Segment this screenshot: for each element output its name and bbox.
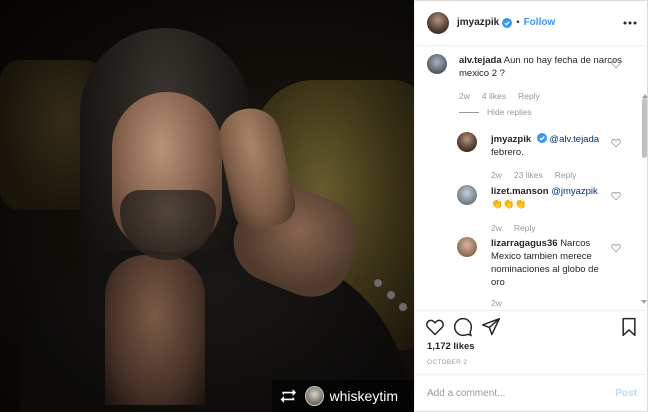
reply-button[interactable]: Reply (514, 223, 536, 233)
save-bookmark-icon[interactable] (619, 317, 639, 337)
commenter-avatar[interactable] (457, 132, 477, 152)
like-comment-icon[interactable] (611, 138, 621, 148)
verified-badge-icon (536, 133, 547, 143)
comment-time: 2w (491, 170, 502, 180)
comment-text: alv.tejada Aun no hay fecha de narcos me… (459, 54, 625, 80)
comment-likes[interactable]: 4 likes (482, 91, 506, 101)
comment-body: febrero. (491, 147, 524, 158)
reply-button[interactable]: Reply (555, 170, 577, 180)
post-photo[interactable]: whiskeytim (0, 0, 414, 412)
likes-count[interactable]: 1,172 likes (427, 341, 475, 352)
comment-time: 2w (491, 223, 502, 233)
jacket-button (386, 290, 396, 300)
repost-watermark: whiskeytim (272, 380, 414, 412)
post-comment-button[interactable]: Post (615, 388, 637, 399)
hide-replies-line (459, 111, 479, 113)
hide-replies-button[interactable]: Hide replies (459, 107, 532, 117)
jacket-button (373, 278, 383, 288)
comment-username[interactable]: lizarragagus36 (491, 238, 558, 249)
header-separator: • (516, 17, 520, 28)
repost-avatar (304, 386, 324, 406)
chest (105, 255, 205, 405)
like-comment-icon[interactable] (611, 59, 621, 69)
verified-badge-icon (502, 17, 513, 28)
scroll-down-arrow[interactable] (641, 300, 647, 304)
post-actions: 1,172 likes OCTOBER 2 (415, 310, 648, 374)
like-heart-icon[interactable] (425, 317, 445, 337)
comments-list[interactable]: alv.tejada Aun no hay fecha de narcos me… (415, 46, 648, 310)
comment-text: jmyazpik @alv.tejada febrero. (491, 133, 611, 159)
side-panel: jmyazpik • Follow alv.tejada Aun no hay … (414, 0, 648, 412)
comment-username[interactable]: alv.tejada (459, 55, 502, 66)
comment-body: 👏👏👏 (491, 199, 527, 210)
comment-text: lizet.manson @jmyazpik 👏👏👏 (491, 185, 611, 211)
author-username[interactable]: jmyazpik (457, 17, 499, 28)
like-comment-icon[interactable] (611, 243, 621, 253)
like-comment-icon[interactable] (611, 191, 621, 201)
comment-likes[interactable]: 23 likes (514, 170, 543, 180)
comment-meta: 2w 23 likes Reply (491, 170, 576, 180)
comment-time: 2w (491, 298, 502, 308)
add-comment-input[interactable] (427, 388, 616, 399)
comments-scrollbar[interactable] (642, 98, 647, 158)
commenter-avatar[interactable] (457, 185, 477, 205)
comment-username[interactable]: lizet.manson (491, 186, 549, 197)
post-header: jmyazpik • Follow (415, 0, 648, 46)
repost-username: whiskeytim (329, 388, 398, 404)
jacket-button (398, 302, 408, 312)
commenter-avatar[interactable] (457, 237, 477, 257)
comment-meta: 2w Reply (491, 223, 536, 233)
commenter-avatar[interactable] (427, 54, 447, 74)
comment-time: 2w (459, 91, 470, 101)
more-options-icon[interactable] (623, 16, 637, 30)
comment-icon[interactable] (453, 317, 473, 337)
reply-button[interactable]: Reply (518, 91, 540, 101)
comment-meta: 2w (491, 298, 502, 308)
author-avatar[interactable] (427, 11, 449, 34)
repost-icon (280, 389, 297, 403)
comment-mention[interactable]: @jmyazpik (551, 186, 598, 197)
follow-button[interactable]: Follow (524, 17, 556, 28)
post-date: OCTOBER 2 (427, 359, 468, 366)
comment-text: lizarragagus36 Narcos Mexico tambien mer… (491, 237, 609, 289)
comment-meta: 2w 4 likes Reply (459, 91, 540, 101)
comment-mention[interactable]: @alv.tejada (549, 134, 599, 145)
comment-username[interactable]: jmyazpik (491, 134, 531, 145)
hide-replies-label: Hide replies (487, 107, 532, 117)
add-comment-bar: Post (415, 374, 648, 412)
share-icon[interactable] (481, 317, 501, 337)
